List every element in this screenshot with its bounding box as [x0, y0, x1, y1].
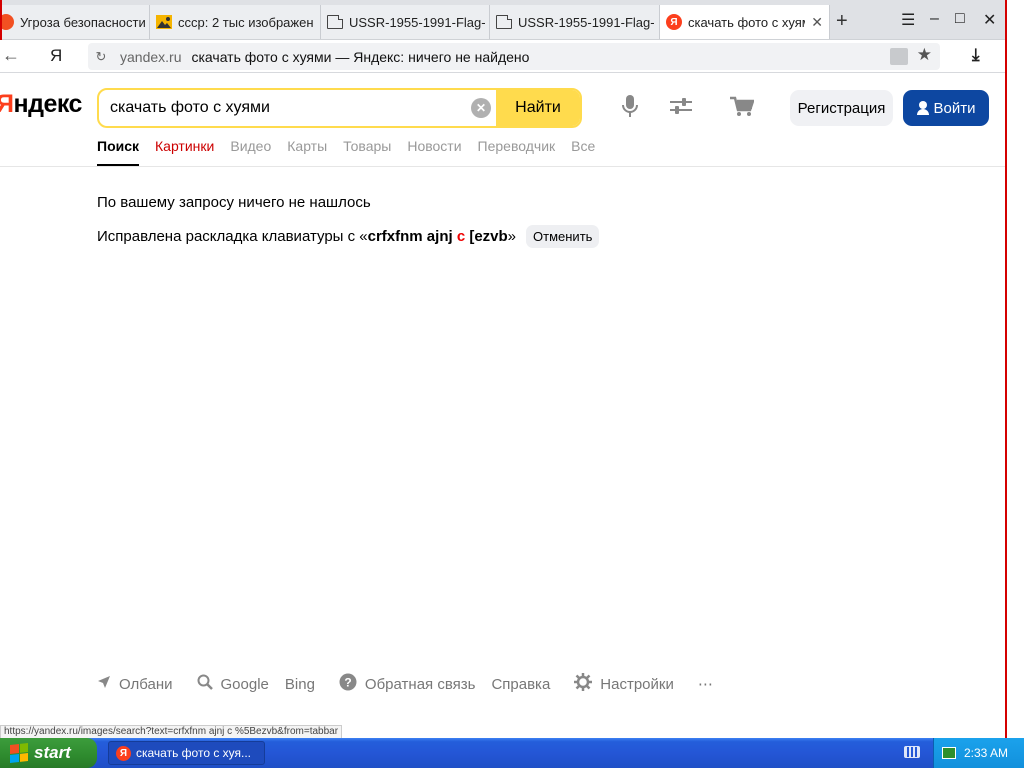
cancel-correction-button[interactable]: Отменить — [526, 224, 600, 248]
login-button-label: Войти — [933, 99, 976, 117]
microphone-icon[interactable] — [622, 94, 638, 124]
search-nav-tabs: Поиск Картинки Видео Карты Товары Новост… — [97, 136, 611, 166]
footer-settings-label: Настройки — [600, 675, 674, 693]
yandex-browser-icon[interactable]: Я — [50, 46, 62, 66]
window-edge — [1005, 0, 1024, 738]
user-icon — [916, 101, 929, 115]
footer-bing[interactable]: Bing — [285, 676, 315, 693]
footer-feedback[interactable]: ? Обратная связь — [339, 673, 476, 695]
correction-query-part1: crfxfnm ajnj — [367, 227, 457, 245]
correction-prefix: Исправлена раскладка клавиатуры с « — [97, 227, 368, 245]
clock[interactable]: 2:33 AM — [964, 746, 1008, 760]
more-icon[interactable]: ⋯ — [698, 675, 713, 693]
footer-google-label: Google — [220, 675, 269, 693]
search-input[interactable] — [99, 90, 466, 126]
reload-icon[interactable]: ↻ — [90, 49, 112, 65]
clear-icon: ✕ — [471, 98, 491, 118]
windows-logo-icon — [10, 743, 28, 763]
new-tab-button[interactable]: + — [836, 10, 848, 33]
tab-label: ссср: 2 тыс изображен — [178, 14, 314, 30]
back-icon[interactable]: ← — [2, 45, 20, 66]
footer-feedback-label: Обратная связь — [364, 675, 476, 693]
layout-correction-notice: Исправлена раскладка клавиатуры с «crfxf… — [97, 224, 600, 248]
footer-google[interactable]: Google — [197, 674, 269, 694]
menu-icon[interactable]: ☰ — [901, 10, 915, 30]
warning-icon — [0, 14, 14, 30]
footer-region-label: Олбани — [119, 675, 173, 693]
tab-video[interactable]: Видео — [230, 136, 271, 166]
svg-text:?: ? — [344, 676, 351, 690]
taskbar-item-browser[interactable]: Я скачать фото с хуя... — [108, 741, 265, 765]
tab-ussr-flag-2[interactable]: USSR-1955-1991-Flag- — [490, 5, 660, 39]
url-page-title: скачать фото с хуями — Яндекс: ничего не… — [191, 48, 530, 65]
tab-translator[interactable]: Переводчик — [478, 136, 556, 166]
footer-help[interactable]: Справка — [491, 676, 550, 693]
tab-label: USSR-1955-1991-Flag- — [518, 14, 655, 30]
search-box: ✕ Найти — [97, 88, 582, 128]
correction-query-part3: [ezvb — [465, 227, 508, 245]
search-button[interactable]: Найти — [496, 90, 580, 126]
url-field[interactable]: ↻ yandex.ru скачать фото с хуями — Яндек… — [88, 43, 940, 70]
start-label: start — [34, 743, 71, 762]
tab-label: USSR-1955-1991-Flag- — [349, 14, 486, 30]
url-domain: yandex.ru — [120, 48, 182, 65]
address-bar: ← Я ↻ yandex.ru скачать фото с хуями — Я… — [0, 40, 1006, 73]
keyboard-icon[interactable] — [904, 746, 920, 758]
tab-products[interactable]: Товары — [343, 136, 391, 166]
tab-label: Угроза безопасности — [20, 14, 146, 30]
footer-region[interactable]: Олбани — [97, 675, 173, 693]
yandex-icon: Я — [666, 14, 682, 30]
tab-security-threat[interactable]: Угроза безопасности — [0, 5, 150, 39]
tab-maps[interactable]: Карты — [287, 136, 327, 166]
document-icon — [496, 15, 512, 29]
tab-ussr-images[interactable]: ссср: 2 тыс изображен — [150, 5, 321, 39]
register-button[interactable]: Регистрация — [790, 90, 893, 126]
taskbar: start Я скачать фото с хуя... 2:33 AM — [0, 738, 1024, 768]
location-arrow-icon — [97, 675, 111, 693]
screen: Угроза безопасности ссср: 2 тыс изображе… — [0, 0, 1024, 768]
gear-icon — [574, 673, 593, 695]
window-edge-left — [0, 0, 2, 40]
yandex-logo[interactable]: Яндекс — [0, 90, 82, 119]
images-icon — [156, 14, 172, 30]
help-icon: ? — [339, 673, 357, 695]
tab-images[interactable]: Картинки — [155, 136, 214, 166]
network-icon[interactable] — [942, 747, 956, 759]
start-button[interactable]: start — [0, 738, 97, 768]
no-results-message: По вашему запросу ничего не нашлось — [97, 194, 371, 211]
close-window-icon[interactable]: ✕ — [983, 10, 996, 30]
search-icon — [197, 674, 213, 694]
taskbar-item-label: скачать фото с хуя... — [136, 746, 252, 760]
star-icon[interactable]: ★ — [917, 45, 932, 65]
tab-yandex-search[interactable]: Я скачать фото с хуям ✕ — [660, 5, 830, 39]
tab-news[interactable]: Новости — [407, 136, 461, 166]
cart-icon[interactable] — [730, 96, 755, 124]
clear-search-button[interactable]: ✕ — [466, 90, 496, 126]
tab-label: скачать фото с хуям — [688, 14, 805, 30]
tab-search[interactable]: Поиск — [97, 136, 140, 166]
login-button[interactable]: Войти — [903, 90, 989, 126]
document-icon — [327, 15, 343, 29]
filters-icon[interactable] — [670, 96, 692, 122]
close-tab-icon[interactable]: ✕ — [811, 14, 823, 31]
yandex-icon: Я — [116, 745, 131, 761]
maximize-icon[interactable]: □ — [955, 10, 965, 28]
correction-suffix: » — [507, 227, 517, 245]
divider — [0, 166, 1006, 167]
footer-settings[interactable]: Настройки — [574, 673, 674, 695]
minimize-icon[interactable]: – — [930, 10, 939, 28]
download-icon[interactable]: ⤓ — [972, 45, 980, 65]
tab-ussr-flag-1[interactable]: USSR-1955-1991-Flag- — [321, 5, 490, 39]
status-bar-url: https://yandex.ru/images/search?text=crf… — [0, 725, 343, 739]
tab-bar: Угроза безопасности ссср: 2 тыс изображе… — [0, 0, 1006, 40]
lock-icon[interactable] — [890, 48, 908, 65]
correction-query-highlight: c — [456, 227, 466, 245]
system-tray: 2:33 AM — [933, 738, 1024, 768]
page-content: Яндекс ✕ Найти Регистрация Войти Поиск К… — [0, 74, 1006, 738]
footer: Олбани Google Bing ? Обратная связь Спра… — [97, 673, 729, 695]
tab-all[interactable]: Все — [571, 136, 595, 166]
